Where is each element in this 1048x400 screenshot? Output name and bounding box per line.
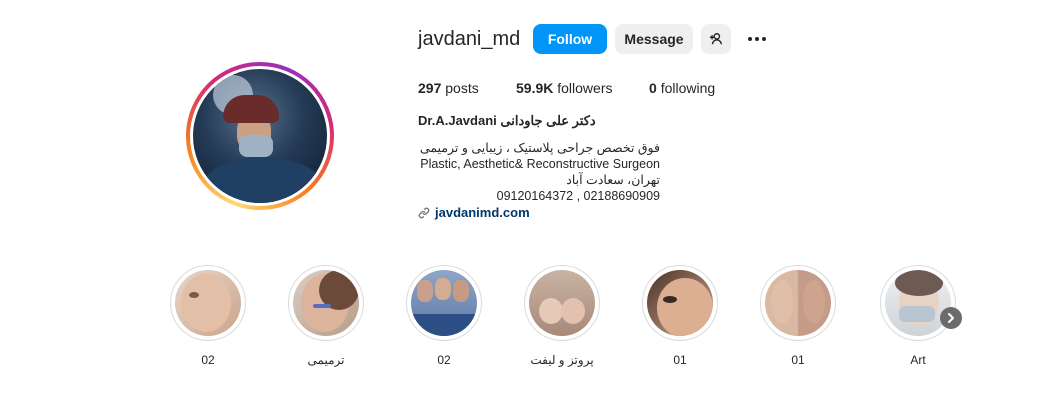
highlight-cover (765, 270, 831, 336)
bio-line: تهران، سعادت آباد (566, 173, 660, 187)
highlight-cover (885, 270, 951, 336)
highlight-cover (411, 270, 477, 336)
highlight-label: ترمیمی (307, 353, 345, 367)
story-highlight[interactable]: 02 (406, 265, 482, 367)
add-person-icon (709, 33, 722, 45)
more-dots-icon (748, 37, 766, 41)
message-button[interactable]: Message (615, 24, 693, 54)
profile-avatar[interactable] (186, 62, 334, 210)
highlight-cover (175, 270, 241, 336)
bio-line: Plastic, Aesthetic& Reconstructive Surge… (420, 157, 660, 171)
posts-count: 297 posts (418, 80, 479, 96)
highlight-cover (647, 270, 713, 336)
highlight-cover (293, 270, 359, 336)
story-highlight[interactable]: پروتز و لیفت (524, 265, 600, 367)
bio-text: فوق تخصص جراحی پلاستیک ، زیبایی و ترمیمی… (418, 140, 660, 204)
highlight-label: Art (910, 353, 926, 367)
highlight-cover (529, 270, 595, 336)
follow-button[interactable]: Follow (533, 24, 607, 54)
following-count[interactable]: 0 following (649, 80, 715, 96)
bio-full-name: Dr.A.Javdani دکتر علی جاودانی (418, 113, 596, 128)
avatar-image (193, 69, 327, 203)
highlight-label: پروتز و لیفت (530, 353, 594, 367)
link-icon (418, 207, 430, 218)
chevron-right-icon (948, 313, 954, 323)
followers-count[interactable]: 59.9K followers (516, 80, 613, 96)
profile-username: javdani_md (418, 28, 521, 50)
highlight-label: 02 (201, 353, 215, 367)
suggested-accounts-button[interactable] (701, 24, 731, 54)
story-highlight[interactable]: ترمیمی (288, 265, 364, 367)
story-highlight[interactable]: 01 (642, 265, 718, 367)
highlight-label: 02 (437, 353, 451, 367)
bio-line: فوق تخصص جراحی پلاستیک ، زیبایی و ترمیمی (419, 141, 660, 155)
bio-website-link[interactable]: javdanimd.com (418, 205, 530, 220)
story-highlight[interactable]: 01 (760, 265, 836, 367)
story-highlight[interactable]: Art (880, 265, 956, 367)
highlight-label: 01 (791, 353, 805, 367)
story-highlight[interactable]: 02 (170, 265, 246, 367)
highlights-next-button[interactable] (940, 307, 962, 329)
highlight-label: 01 (673, 353, 687, 367)
bio-line: 09120164372 , 02188690909 (496, 189, 660, 203)
more-options-button[interactable] (744, 24, 770, 54)
